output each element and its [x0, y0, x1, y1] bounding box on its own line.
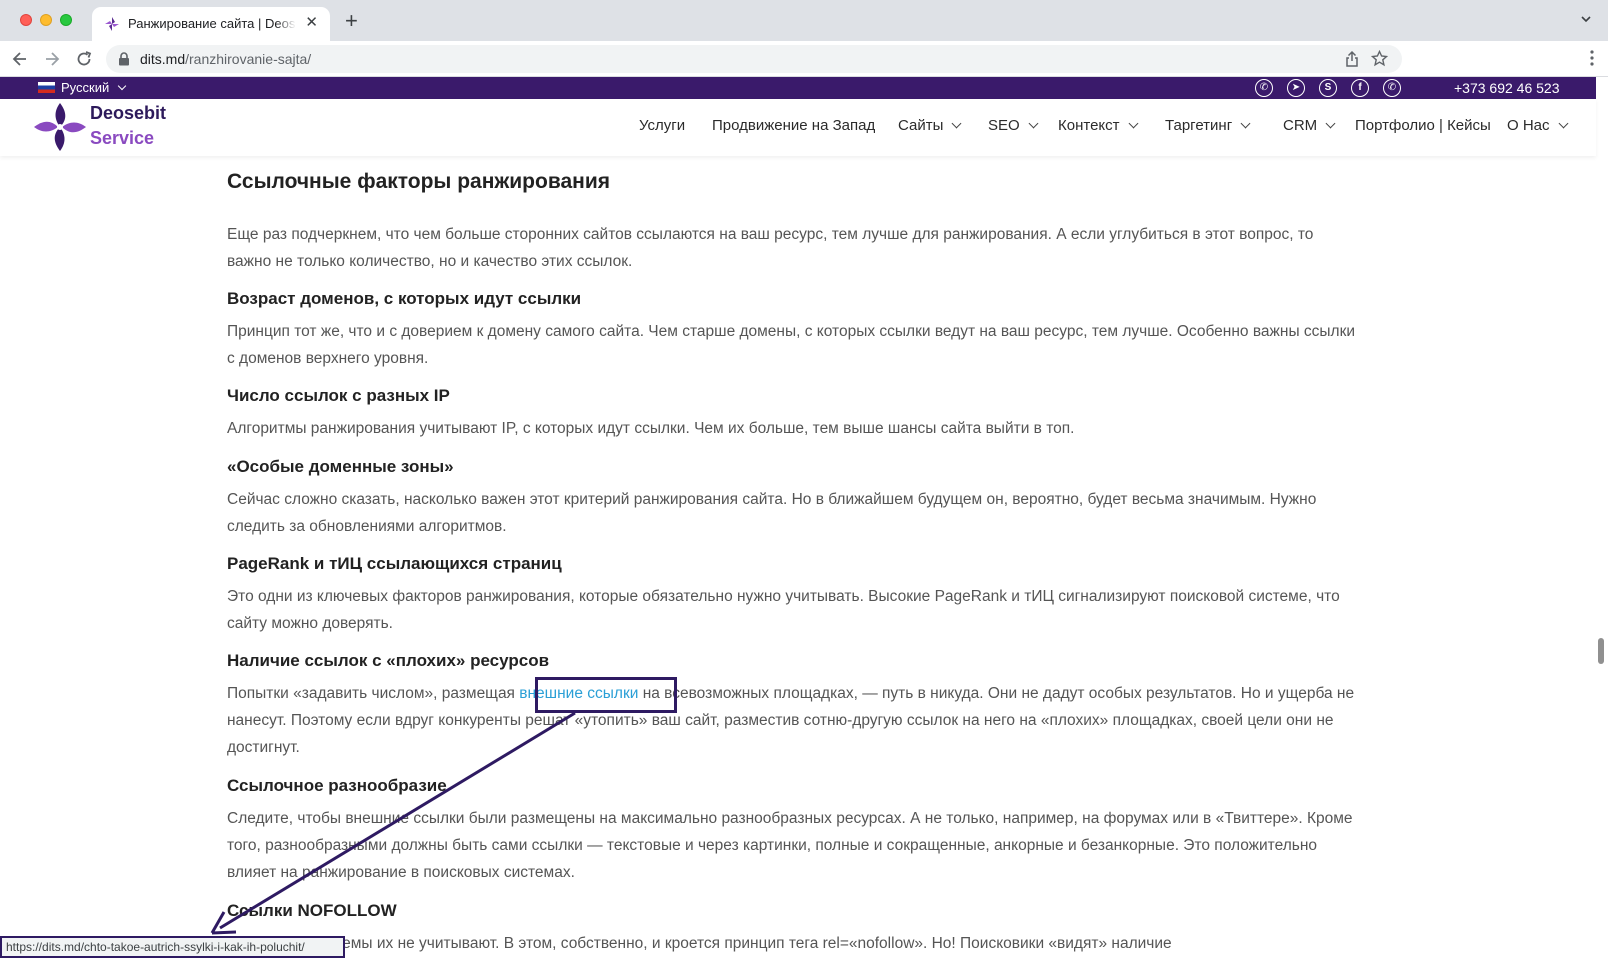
chevron-down-icon [1028, 118, 1039, 129]
annotation-highlight-box [535, 677, 677, 713]
url-text: dits.md/ranzhirovanie-sajta/ [140, 51, 311, 67]
deosebit-logo-icon[interactable] [32, 101, 88, 153]
section-text: Поисковые системы их не учитывают. В это… [227, 935, 1172, 952]
article-title: Ссылочные факторы ранжирования [227, 170, 610, 193]
scrollbar-thumb[interactable] [1598, 638, 1604, 664]
url-path: /ranzhirovanie-sajta/ [185, 51, 312, 67]
new-tab-button[interactable]: + [345, 10, 358, 32]
section-heading: Ссылочное разнообразие [227, 776, 447, 795]
browser-tab-bar: Ранжирование сайта | Deosebit Service ✕ … [0, 0, 1608, 41]
menu-item-services[interactable]: Услуги [639, 117, 685, 134]
section-text: Алгоритмы ранжирования учитывают IP, с к… [227, 420, 1075, 437]
site-navigation: Deosebit Service Услуги Продвижение на З… [0, 99, 1596, 156]
chevron-down-icon [1558, 118, 1568, 129]
menu-item-label: Портфолио | Кейсы [1355, 117, 1491, 134]
minimize-window-button[interactable] [40, 14, 52, 26]
section-text: Следите, чтобы внешние ссылки были разме… [227, 810, 1353, 881]
menu-item-portfolio[interactable]: Портфолио | Кейсы [1355, 117, 1491, 134]
chevron-down-icon [1128, 118, 1138, 129]
chevron-down-icon [951, 118, 962, 129]
section-text: Сейчас сложно сказать, насколько важен э… [227, 491, 1317, 535]
section-heading: Возраст доменов, с которых идут ссылки [227, 289, 582, 308]
menu-item-context[interactable]: Контекст [1058, 117, 1138, 134]
menu-item-targeting[interactable]: Таргетинг [1165, 117, 1251, 134]
menu-item-about[interactable]: О Нас [1507, 117, 1568, 134]
menu-item-crm[interactable]: CRM [1283, 117, 1336, 134]
russia-flag-icon [38, 82, 55, 93]
browser-menu-icon[interactable] [1590, 50, 1594, 66]
skype-icon[interactable]: S [1319, 79, 1337, 97]
section-heading: Наличие ссылок с «плохих» ресурсов [227, 651, 550, 670]
section-text: Принцип тот же, что и с доверием к домен… [227, 323, 1356, 367]
url-host: dits.md [140, 51, 186, 67]
telegram-icon[interactable]: ➤ [1287, 79, 1305, 97]
back-arrow-icon[interactable] [10, 49, 30, 69]
close-window-button[interactable] [20, 14, 32, 26]
language-selector[interactable]: Русский [38, 80, 127, 95]
whatsapp-icon[interactable]: ✆ [1383, 79, 1401, 97]
lock-icon [119, 52, 129, 66]
menu-item-label: CRM [1283, 117, 1318, 134]
link-status-bar: https://dits.md/chto-takoe-autrich-ssylk… [0, 936, 345, 958]
section-heading: PageRank и тИЦ ссылающихся страниц [227, 554, 562, 573]
menu-item-label: Контекст [1058, 117, 1120, 134]
menu-item-promotion-west[interactable]: Продвижение на Запад [712, 117, 875, 134]
menu-item-label: Таргетинг [1165, 117, 1233, 134]
menu-item-label: SEO [988, 117, 1020, 134]
share-icon[interactable] [1344, 50, 1360, 68]
chevron-down-icon [1325, 118, 1336, 129]
menu-item-label: О Нас [1507, 117, 1550, 134]
viber-icon[interactable]: ✆ [1255, 79, 1273, 97]
menu-item-label: Продвижение на Запад [712, 117, 876, 134]
tab-close-icon[interactable]: ✕ [305, 14, 318, 32]
language-label: Русский [61, 80, 110, 95]
facebook-icon[interactable]: f [1351, 79, 1369, 97]
chevron-down-icon [118, 81, 127, 90]
bookmark-star-icon[interactable] [1371, 50, 1388, 67]
reload-icon[interactable] [74, 49, 94, 69]
browser-tab-active[interactable]: Ранжирование сайта | Deosebit Service ✕ [92, 7, 330, 41]
section-text: Это одни из ключевых факторов ранжирован… [227, 588, 1340, 632]
logo-line-1: Deosebit [90, 103, 167, 123]
forward-arrow-icon[interactable] [42, 49, 62, 69]
chevron-down-icon [1240, 118, 1251, 129]
tab-title: Ранжирование сайта | Deosebit Service [128, 16, 296, 31]
section-text-before: Попытки «задавить числом», размещая [227, 685, 520, 702]
section-text: Попытки «задавить числом», размещая внеш… [227, 680, 1357, 761]
browser-toolbar: dits.md/ranzhirovanie-sajta/ [0, 41, 1608, 77]
logo-text[interactable]: Deosebit Service [90, 101, 166, 151]
address-bar[interactable]: dits.md/ranzhirovanie-sajta/ [106, 45, 1402, 73]
menu-item-label: Сайты [898, 117, 944, 134]
section-heading: «Особые доменные зоны» [227, 457, 454, 476]
site-favicon-icon [105, 17, 119, 31]
menu-item-label: Услуги [639, 117, 686, 134]
tab-search-chevron-icon[interactable] [1580, 13, 1592, 25]
logo-line-2: Service [90, 128, 155, 148]
menu-item-seo[interactable]: SEO [988, 117, 1039, 134]
article-intro: Еще раз подчеркнем, что чем больше сторо… [227, 226, 1314, 270]
maximize-window-button[interactable] [60, 14, 72, 26]
section-heading: Число ссылок с разных IP [227, 386, 450, 405]
section-heading: Ссылки NOFOLLOW [227, 901, 397, 920]
site-top-bar: Русский ✆ ➤ S f ✆ +373 692 46 523 [0, 77, 1596, 99]
menu-item-sites[interactable]: Сайты [898, 117, 962, 134]
phone-number[interactable]: +373 692 46 523 [1454, 80, 1560, 96]
